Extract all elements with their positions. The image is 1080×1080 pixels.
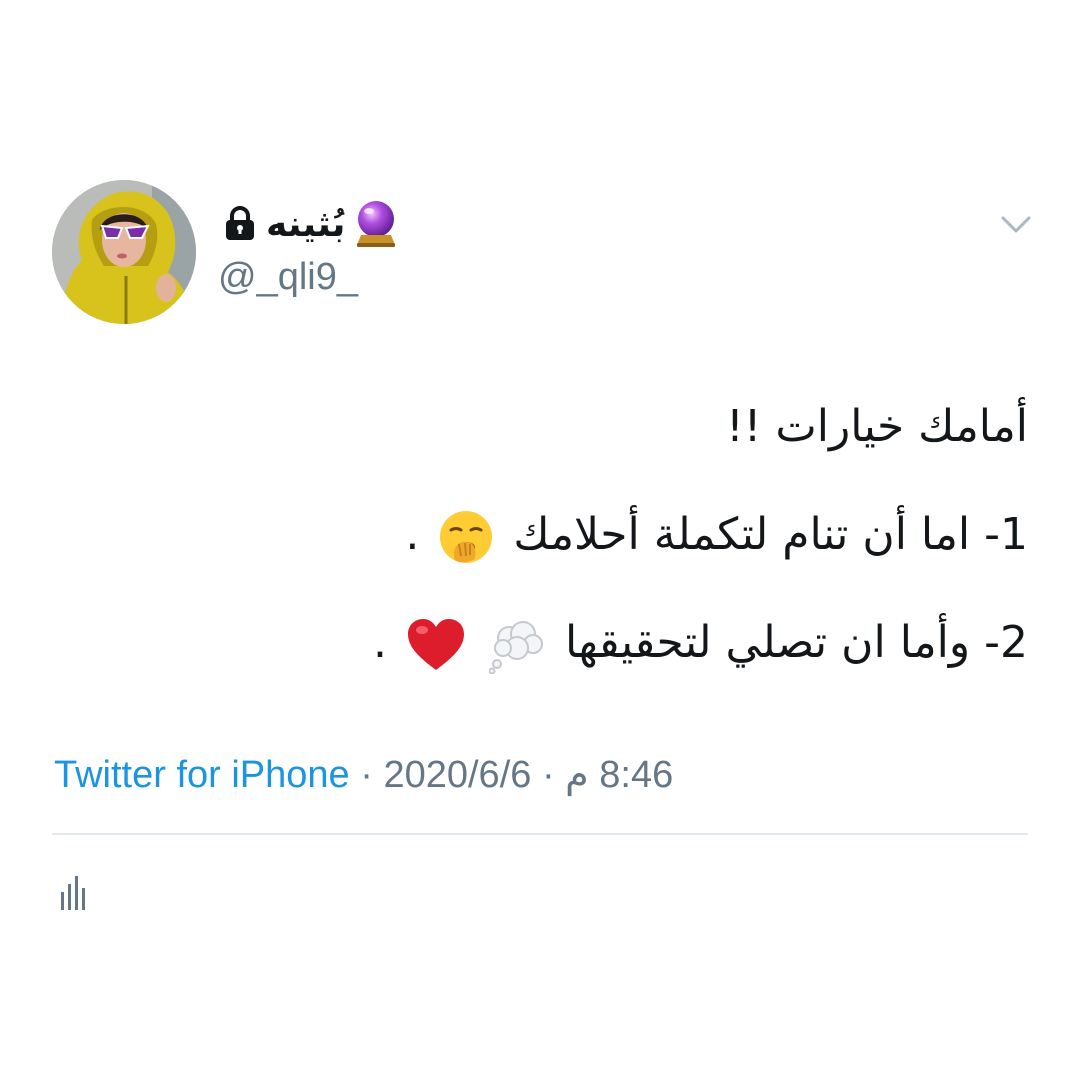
tweet-source-link[interactable]: Twitter for iPhone xyxy=(54,754,350,796)
avatar-image xyxy=(52,180,196,324)
chevron-down-icon[interactable] xyxy=(1000,212,1032,238)
tweet-line-2-period: . xyxy=(405,509,420,560)
user-handle[interactable]: @_qli9_ xyxy=(218,256,358,299)
display-name: بُثينه xyxy=(266,203,346,245)
tweet-line-3-text: 2- وأما ان تصلي لتحقيقها xyxy=(564,617,1028,668)
tweet-text: أمامك خيارات !! 1- اما أن تنام لتكملة أح… xyxy=(48,392,1028,716)
tweet-meta: Twitter for iPhone · 2020/6/6 · 8:46 م xyxy=(54,752,673,797)
crystal-ball-icon xyxy=(357,201,396,247)
lock-icon xyxy=(226,206,254,240)
tweet-line-1: أمامك خيارات !! xyxy=(48,392,1028,500)
tweet-line-1-text: أمامك خيارات !! xyxy=(726,401,1028,452)
tweet-line-2-text: 1- اما أن تنام لتكملة أحلامك xyxy=(513,509,1028,560)
analytics-icon[interactable] xyxy=(60,874,86,910)
divider xyxy=(52,833,1028,835)
yawning-face-icon xyxy=(440,511,493,563)
meta-separator: · xyxy=(531,754,566,796)
tweet-time: 8:46 م xyxy=(565,754,674,796)
red-heart-icon xyxy=(407,619,464,670)
meta-separator: · xyxy=(349,754,384,796)
tweet-screenshot: بُثينه @_qli9_ أمامك خيارات !! 1- اما أن… xyxy=(0,0,1080,1080)
tweet-date: 2020/6/6 xyxy=(383,754,532,796)
tweet-line-3-period: . xyxy=(372,617,387,668)
avatar[interactable] xyxy=(52,180,196,324)
tweet-line-2: 1- اما أن تنام لتكملة أحلامك . xyxy=(48,500,1028,608)
tweet-line-3: 2- وأما ان تصلي لتحقيقها . xyxy=(48,608,1028,716)
author-name-row[interactable]: بُثينه xyxy=(222,196,399,252)
thought-balloon-icon xyxy=(488,621,543,674)
